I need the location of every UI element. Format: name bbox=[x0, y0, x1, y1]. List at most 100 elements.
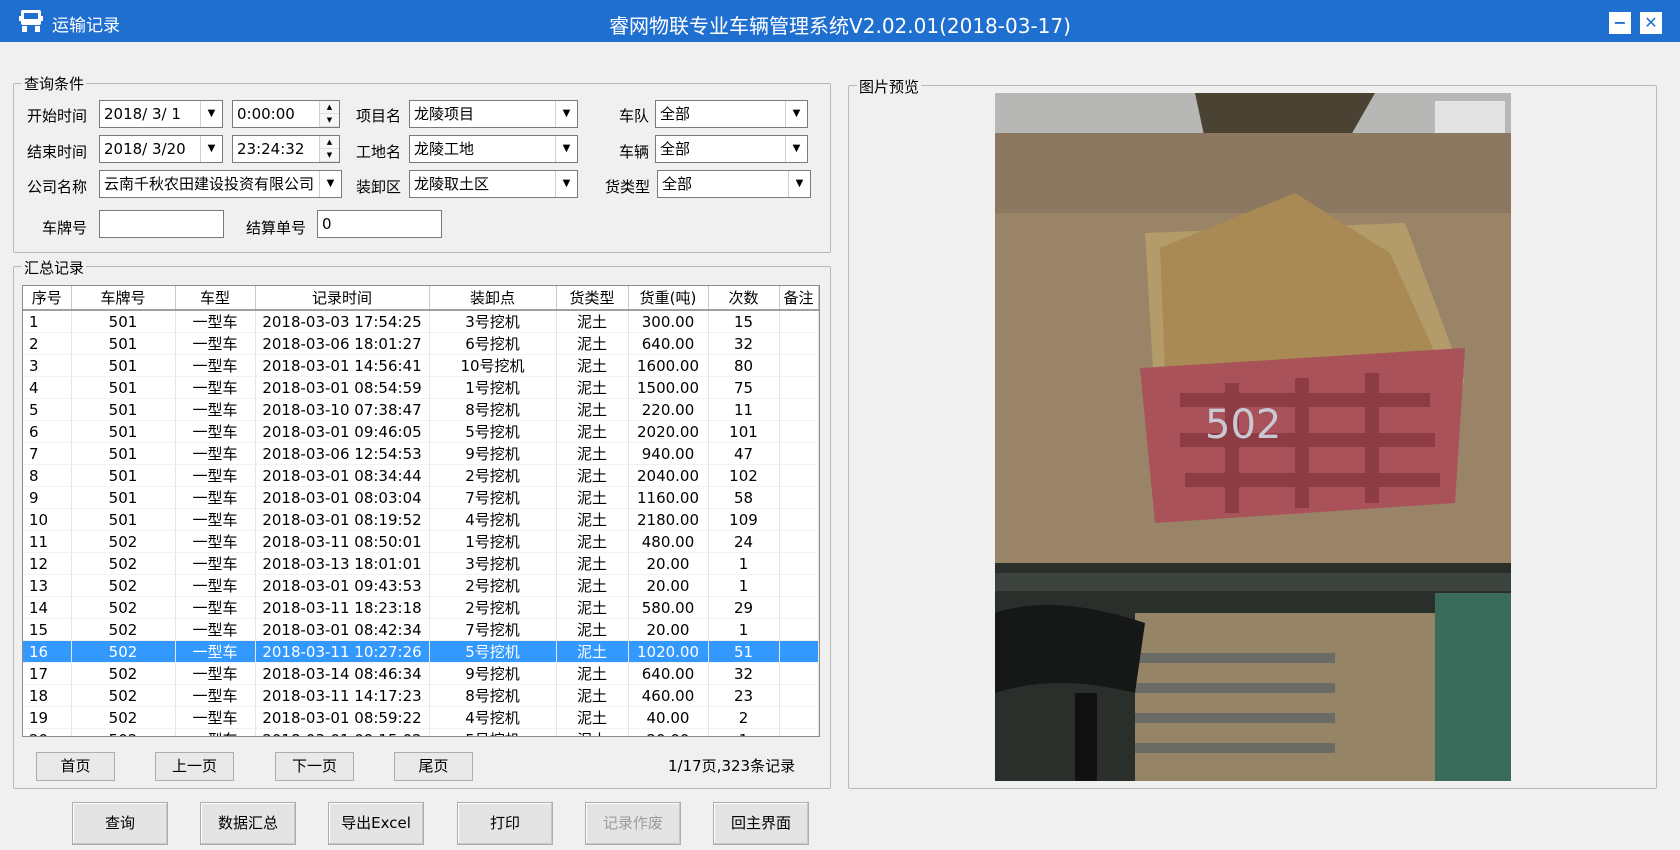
area-select[interactable]: 龙陵取土区 ▼ bbox=[409, 170, 578, 198]
table-cell: 20.00 bbox=[628, 728, 709, 736]
column-header[interactable]: 次数 bbox=[708, 286, 780, 311]
table-cell: 2018-03-01 08:59:22 bbox=[255, 706, 430, 729]
minimize-button[interactable]: − bbox=[1609, 12, 1631, 34]
spin-arrows-icon[interactable]: ▲ ▼ bbox=[319, 136, 339, 162]
table-cell: 2018-03-01 08:19:52 bbox=[255, 508, 430, 531]
company-select[interactable]: 云南千秋农田建设投资有限公司 ▼ bbox=[99, 170, 342, 198]
table-row[interactable]: 15 502 一型车 2018-03-01 08:42:34 7号挖机 泥土 20.00 1 bbox=[23, 618, 819, 641]
table-cell: 101 bbox=[708, 420, 780, 443]
table-row[interactable]: 19 502 一型车 2018-03-01 08:59:22 4号挖机 泥土 40.00 2 bbox=[23, 706, 819, 729]
table-row[interactable]: 16 502 一型车 2018-03-11 10:27:26 5号挖机 泥土 1020.00… bbox=[23, 640, 819, 663]
table-cell: 泥土 bbox=[556, 728, 629, 736]
table-row[interactable]: 1 501 一型车 2018-03-03 17:54:25 3号挖机 泥土 300.00 15 bbox=[23, 310, 819, 333]
table-row[interactable]: 10 501 一型车 2018-03-01 08:19:52 4号挖机 泥土 2180.00… bbox=[23, 508, 819, 531]
start-date-picker[interactable]: 2018/ 3/ 1 ▼ bbox=[99, 100, 223, 128]
table-cell: 2018-03-11 18:23:18 bbox=[255, 596, 430, 619]
table-row[interactable]: 4 501 一型车 2018-03-01 08:54:59 1号挖机 泥土 1500.00 7… bbox=[23, 376, 819, 399]
fleet-select[interactable]: 全部 ▼ bbox=[655, 100, 808, 128]
close-button[interactable]: ✕ bbox=[1640, 12, 1662, 34]
chevron-down-icon[interactable]: ▼ bbox=[555, 101, 577, 127]
last-page-button[interactable]: 尾页 bbox=[394, 752, 473, 781]
chevron-down-icon[interactable]: ▼ bbox=[200, 101, 222, 127]
table-cell: 18 bbox=[23, 684, 72, 707]
table-cell: 3号挖机 bbox=[429, 552, 557, 575]
chevron-down-icon[interactable]: ▼ bbox=[555, 136, 577, 162]
table-cell: 一型车 bbox=[175, 684, 256, 707]
column-header[interactable]: 货类型 bbox=[556, 286, 629, 311]
table-cell: 109 bbox=[708, 508, 780, 531]
table-cell: 一型车 bbox=[175, 640, 256, 663]
prev-page-button[interactable]: 上一页 bbox=[155, 752, 234, 781]
table-row[interactable]: 17 502 一型车 2018-03-14 08:46:34 9号挖机 泥土 640.00 3… bbox=[23, 662, 819, 685]
table-cell: 32 bbox=[708, 332, 780, 355]
spin-arrows-icon[interactable]: ▲ ▼ bbox=[319, 101, 339, 127]
table-row[interactable]: 6 501 一型车 2018-03-01 09:46:05 5号挖机 泥土 2020.00 1… bbox=[23, 420, 819, 443]
first-page-button[interactable]: 首页 bbox=[36, 752, 115, 781]
settlement-input[interactable]: 0 bbox=[317, 210, 442, 238]
project-select[interactable]: 龙陵项目 ▼ bbox=[409, 100, 578, 128]
end-date-picker[interactable]: 2018/ 3/20 ▼ bbox=[99, 135, 223, 163]
table-cell: 2180.00 bbox=[628, 508, 709, 531]
column-header[interactable]: 备注 bbox=[779, 286, 819, 311]
column-header[interactable]: 装卸点 bbox=[429, 286, 557, 311]
vehicle-select[interactable]: 全部 ▼ bbox=[655, 135, 808, 163]
chevron-down-icon[interactable]: ▼ bbox=[200, 136, 222, 162]
table-row[interactable]: 2 501 一型车 2018-03-06 18:01:27 6号挖机 泥土 640.00 32 bbox=[23, 332, 819, 355]
table-cell: 24 bbox=[708, 530, 780, 553]
home-button[interactable]: 回主界面 bbox=[713, 802, 809, 845]
table-row[interactable]: 11 502 一型车 2018-03-11 08:50:01 1号挖机 泥土 480.00 2… bbox=[23, 530, 819, 553]
table-cell: 10号挖机 bbox=[429, 354, 557, 377]
export-excel-button[interactable]: 导出Excel bbox=[328, 802, 424, 845]
chevron-down-icon[interactable]: ▼ bbox=[785, 136, 807, 162]
table-cell bbox=[779, 596, 819, 619]
records-table[interactable]: 序号 车牌号 车型 记录时间 装卸点 货类型 货重(吨) 次数 备注 1 501 一型车 2018-0… bbox=[22, 285, 820, 737]
table-cell: 10 bbox=[23, 508, 72, 531]
table-row[interactable]: 7 501 一型车 2018-03-06 12:54:53 9号挖机 泥土 940.00 47 bbox=[23, 442, 819, 465]
plate-input[interactable] bbox=[99, 210, 224, 238]
table-row[interactable]: 5 501 一型车 2018-03-10 07:38:47 8号挖机 泥土 220.00 11 bbox=[23, 398, 819, 421]
table-cell: 502 bbox=[71, 618, 176, 641]
end-time-value: 23:24:32 bbox=[237, 140, 305, 158]
column-header[interactable]: 货重(吨) bbox=[628, 286, 709, 311]
table-cell: 泥土 bbox=[556, 486, 629, 509]
table-cell: 一型车 bbox=[175, 376, 256, 399]
column-header[interactable]: 车型 bbox=[175, 286, 256, 311]
query-button[interactable]: 查询 bbox=[72, 802, 168, 845]
column-header[interactable]: 序号 bbox=[23, 286, 72, 311]
table-row[interactable]: 13 502 一型车 2018-03-01 09:43:53 2号挖机 泥土 20.00 1 bbox=[23, 574, 819, 597]
table-row[interactable]: 8 501 一型车 2018-03-01 08:34:44 2号挖机 泥土 2040.00 1… bbox=[23, 464, 819, 487]
column-header[interactable]: 记录时间 bbox=[255, 286, 430, 311]
table-row[interactable]: 9 501 一型车 2018-03-01 08:03:04 7号挖机 泥土 1160.00 5… bbox=[23, 486, 819, 509]
table-cell: 501 bbox=[71, 354, 176, 377]
table-cell: 501 bbox=[71, 442, 176, 465]
table-cell: 1600.00 bbox=[628, 354, 709, 377]
chevron-down-icon[interactable]: ▼ bbox=[785, 101, 807, 127]
table-cell: 480.00 bbox=[628, 530, 709, 553]
table-row[interactable]: 14 502 一型车 2018-03-11 18:23:18 2号挖机 泥土 580.00 2… bbox=[23, 596, 819, 619]
void-record-button[interactable]: 记录作废 bbox=[585, 802, 681, 845]
chevron-down-icon[interactable]: ▼ bbox=[319, 171, 341, 197]
end-time-stepper[interactable]: 23:24:32 ▲ ▼ bbox=[232, 135, 340, 163]
print-button[interactable]: 打印 bbox=[457, 802, 553, 845]
table-cell: 4号挖机 bbox=[429, 706, 557, 729]
table-cell: 2号挖机 bbox=[429, 464, 557, 487]
table-row[interactable]: 20502一型车2018-03-01 09:15:025号挖机泥土20.001 bbox=[23, 728, 819, 736]
chevron-down-icon[interactable]: ▼ bbox=[555, 171, 577, 197]
aggregate-button[interactable]: 数据汇总 bbox=[200, 802, 296, 845]
truck-number: 502 bbox=[1205, 402, 1281, 448]
table-cell: 一型车 bbox=[175, 706, 256, 729]
table-cell: 2018-03-01 09:43:53 bbox=[255, 574, 430, 597]
table-row[interactable]: 18 502 一型车 2018-03-11 14:17:23 8号挖机 泥土 460.00 2… bbox=[23, 684, 819, 707]
column-header[interactable]: 车牌号 bbox=[71, 286, 176, 311]
cargo-type-select[interactable]: 全部 ▼ bbox=[657, 170, 811, 198]
table-cell: 1020.00 bbox=[628, 640, 709, 663]
next-page-button[interactable]: 下一页 bbox=[275, 752, 354, 781]
table-row[interactable]: 3 501 一型车 2018-03-01 14:56:41 10号挖机 泥土 1600.00… bbox=[23, 354, 819, 377]
table-cell: 3号挖机 bbox=[429, 310, 557, 333]
chevron-down-icon[interactable]: ▼ bbox=[788, 171, 810, 197]
table-cell: 1500.00 bbox=[628, 376, 709, 399]
table-row[interactable]: 12 502 一型车 2018-03-13 18:01:01 3号挖机 泥土 20.00 1 bbox=[23, 552, 819, 575]
start-time-stepper[interactable]: 0:00:00 ▲ ▼ bbox=[232, 100, 340, 128]
table-cell: 1号挖机 bbox=[429, 376, 557, 399]
site-select[interactable]: 龙陵工地 ▼ bbox=[409, 135, 578, 163]
